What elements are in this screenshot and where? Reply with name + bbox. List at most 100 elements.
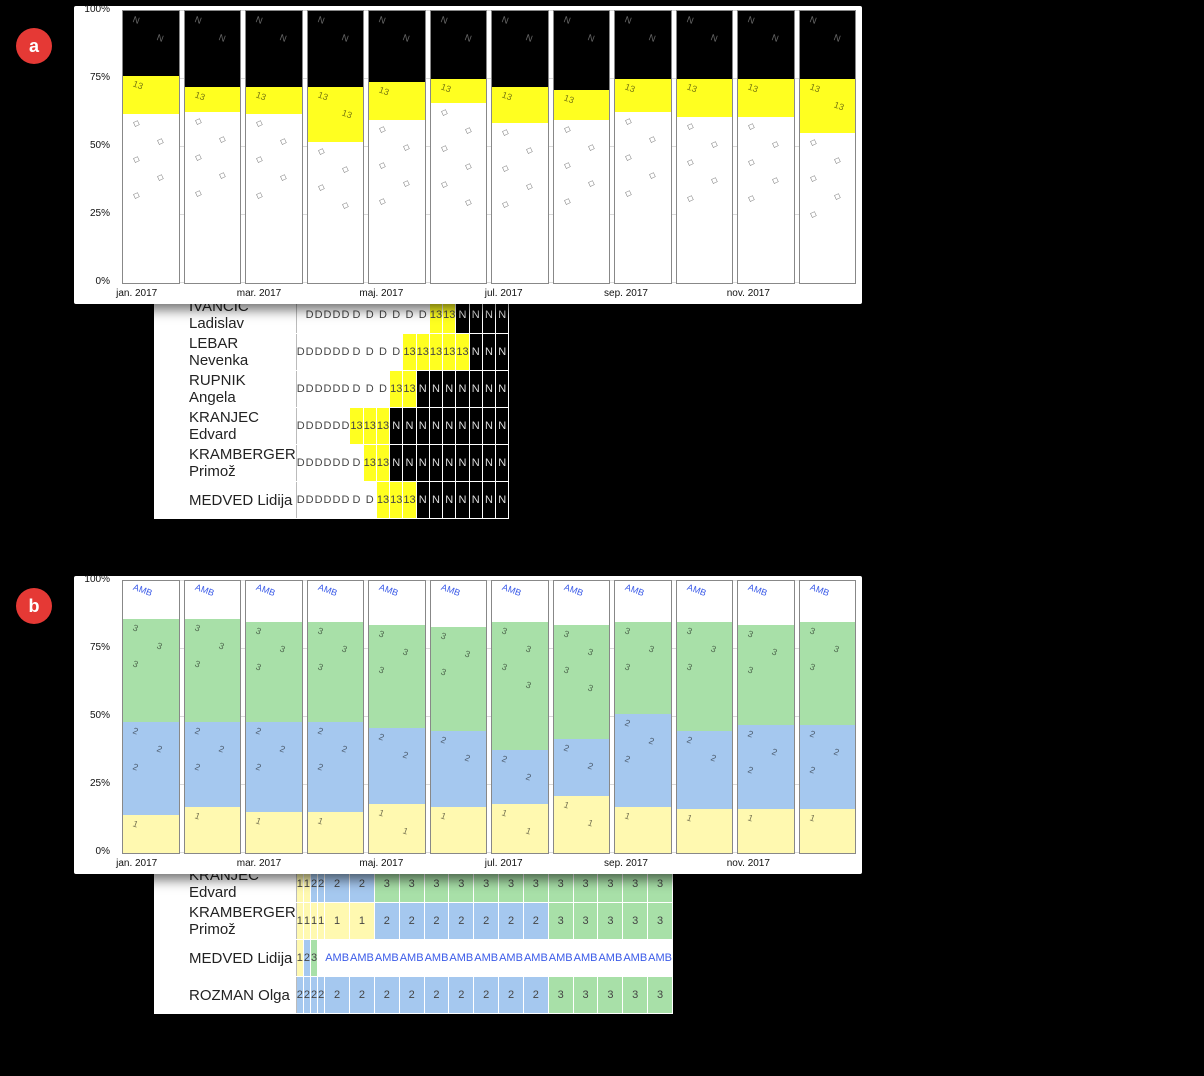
shift-cell: N	[429, 482, 442, 519]
shift-cell: D	[341, 334, 350, 371]
chart-bar-col: ◇◇◇◇◇1313NN	[799, 10, 857, 284]
chart-segment-AMB: AMB	[185, 581, 241, 619]
chart-bar-col: 1222333AMB	[737, 580, 795, 854]
shift-cell: 2	[523, 903, 548, 940]
shift-cell: 3	[573, 977, 598, 1014]
shift-cell: N	[390, 445, 403, 482]
shift-cell: N	[456, 408, 469, 445]
shift-cell: D	[323, 482, 332, 519]
shift-cell: 13	[390, 482, 403, 519]
shift-cell: D	[314, 371, 323, 408]
shift-cell: D	[323, 445, 332, 482]
xtick: mar. 2017	[237, 858, 281, 869]
chart-segment-N: NN	[369, 11, 425, 82]
employee-name: MEDVED Lidija	[155, 940, 297, 977]
ytick: 100%	[84, 574, 110, 585]
shift-cell: 3	[548, 903, 573, 940]
chart-a-box: 100% 75% 50% 25% 0% ◇◇◇◇◇13NN◇◇◇◇◇13NN◇◇…	[74, 6, 862, 304]
shift-cell: D	[350, 445, 363, 482]
shift-cell: D	[332, 408, 341, 445]
shift-cell: N	[416, 408, 429, 445]
chart-segment-D: ◇◇◇◇	[308, 142, 364, 283]
shift-cell: N	[416, 445, 429, 482]
chart-segment-3: 333	[185, 619, 241, 722]
shift-cell: 2	[424, 977, 449, 1014]
shift-cell: 3	[623, 903, 648, 940]
chart-a-yaxis: 100% 75% 50% 25% 0%	[74, 6, 114, 284]
shift-cell: AMB	[499, 940, 524, 977]
chart-segment-N: NN	[492, 11, 548, 87]
shift-cell: D	[323, 408, 332, 445]
shift-cell: 13	[403, 371, 416, 408]
shift-cell: AMB	[523, 940, 548, 977]
shift-cell: 2	[374, 903, 399, 940]
shift-cell: 13	[376, 445, 389, 482]
chart-segment-3: 3333	[554, 625, 610, 739]
chart-segment-1: 1	[185, 807, 241, 853]
shift-cell: N	[496, 445, 509, 482]
chart-segment-1: 11	[369, 804, 425, 853]
shift-cell: 2	[399, 977, 424, 1014]
xtick: nov. 2017	[727, 288, 770, 299]
shift-cell: D	[376, 371, 389, 408]
shift-cell: 2	[310, 977, 317, 1014]
chart-segment-13: 1313	[800, 79, 856, 133]
shift-cell: 13	[376, 482, 389, 519]
shift-cell: D	[341, 408, 350, 445]
xtick: jul. 2017	[485, 858, 523, 869]
shift-cell: N	[443, 482, 456, 519]
shift-cell: N	[429, 408, 442, 445]
ytick: 0%	[96, 276, 110, 287]
ytick: 0%	[96, 846, 110, 857]
shift-cell: 13	[376, 408, 389, 445]
shift-cell: 13	[416, 334, 429, 371]
employee-name: KRAMBERGER Primož	[155, 903, 297, 940]
chart-segment-2: 222	[738, 725, 794, 809]
panel-b-badge-label: b	[29, 596, 40, 617]
xtick: mar. 2017	[237, 288, 281, 299]
shift-cell: 13	[363, 408, 376, 445]
chart-segment-2: 22	[554, 739, 610, 796]
chart-bar-col: ◇◇◇◇◇13NN	[245, 10, 303, 284]
shift-cell: 1	[296, 940, 303, 977]
shift-cell: N	[429, 445, 442, 482]
shift-cell: N	[403, 445, 416, 482]
chart-b-yaxis: 100% 75% 50% 25% 0%	[74, 576, 114, 854]
shift-cell: N	[482, 408, 495, 445]
shift-cell: D	[332, 482, 341, 519]
chart-segment-N: NN	[185, 11, 241, 87]
shift-cell: 13	[390, 371, 403, 408]
chart-segment-N: NN	[123, 11, 179, 76]
shift-cell: D	[332, 334, 341, 371]
shift-cell: 2	[499, 977, 524, 1014]
chart-segment-D: ◇◇◇◇◇	[554, 120, 610, 283]
shift-cell	[318, 940, 325, 977]
chart-segment-D: ◇◇◇◇◇	[615, 112, 671, 283]
employee-name: RUPNIK Angela	[155, 371, 297, 408]
chart-a-bars: ◇◇◇◇◇13NN◇◇◇◇◇13NN◇◇◇◇◇13NN◇◇◇◇1313NN◇◇◇…	[122, 10, 856, 284]
xtick: maj. 2017	[359, 288, 403, 299]
chart-segment-AMB: AMB	[615, 581, 671, 622]
shift-cell: D	[314, 482, 323, 519]
shift-cell: D	[305, 408, 314, 445]
table-row: MEDVED Lidija123AMBAMBAMBAMBAMBAMBAMBAMB…	[155, 940, 673, 977]
shift-cell: D	[305, 334, 314, 371]
chart-bar-col: ◇◇◇◇◇13NN	[122, 10, 180, 284]
shift-cell: N	[443, 408, 456, 445]
shift-cell: 2	[449, 903, 474, 940]
chart-segment-2: 222	[615, 714, 671, 806]
chart-segment-3: 333	[369, 625, 425, 728]
ytick: 50%	[90, 710, 110, 721]
chart-segment-3: 333	[431, 627, 487, 730]
shift-cell: D	[323, 371, 332, 408]
shift-cell: 1	[318, 903, 325, 940]
chart-a-xaxis: jan. 2017mar. 2017maj. 2017jul. 2017sep.…	[122, 286, 856, 304]
chart-bar-col: 122333AMB	[430, 580, 488, 854]
panel-a-badge-label: a	[29, 36, 39, 57]
panel-a-badge: a	[16, 28, 52, 64]
shift-cell: 3	[623, 977, 648, 1014]
chart-segment-13: 13	[431, 79, 487, 103]
shift-cell: N	[496, 371, 509, 408]
shift-cell: 3	[598, 977, 623, 1014]
chart-segment-1: 1	[308, 812, 364, 853]
